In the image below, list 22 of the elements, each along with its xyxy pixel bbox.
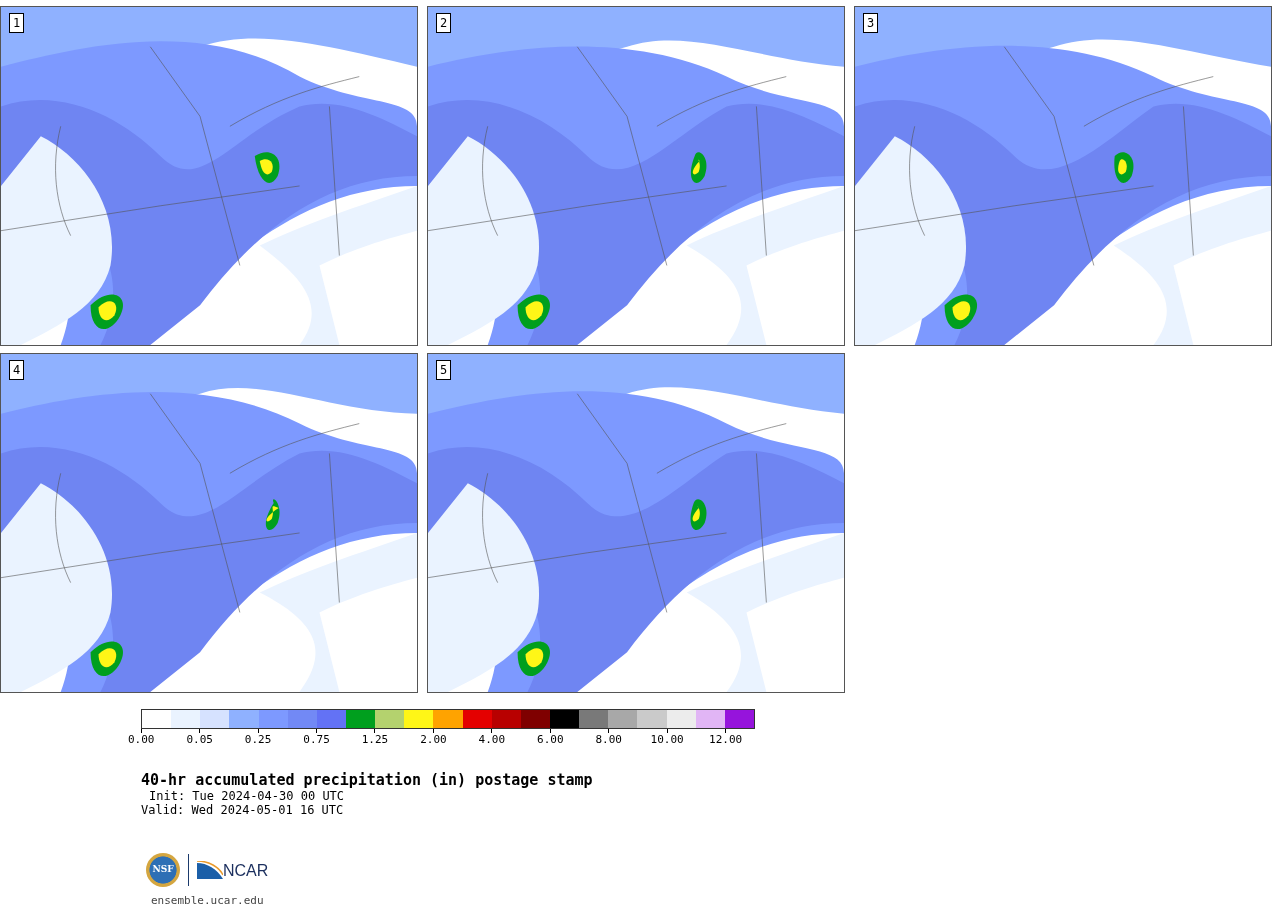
valid-time: Valid: Wed 2024-05-01 16 UTC [141, 803, 345, 817]
panel-number: 5 [436, 360, 452, 380]
tick-label: 0.75 [303, 733, 330, 746]
tick-label: 0.25 [244, 733, 272, 746]
tick-label: 0.00 [127, 733, 155, 746]
tick-label: 2.00 [420, 733, 447, 746]
tick-label: 1.25 [361, 733, 389, 746]
tick-label: 6.00 [537, 733, 564, 746]
tick-label: 10.00 [650, 733, 684, 746]
tick-label: 8.00 [595, 733, 622, 746]
init-time: Init: Tue 2024-04-30 00 UTC [149, 789, 346, 803]
chart-title: 40-hr accumulated precipitation (in) postage stamp [141, 771, 594, 789]
ncar-logo: NCAR [197, 861, 269, 879]
tick-label: 12.00 [709, 733, 743, 746]
nsf-logo: NSF [146, 853, 180, 887]
panel-number: 4 [9, 360, 25, 380]
panel-number: 1 [9, 13, 25, 33]
panel-number: 3 [863, 13, 879, 33]
panel-number: 2 [436, 13, 452, 33]
site-url: ensemble.ucar.edu [151, 893, 265, 909]
tick-label: 0.05 [186, 733, 213, 746]
tick-label: 4.00 [478, 733, 506, 746]
